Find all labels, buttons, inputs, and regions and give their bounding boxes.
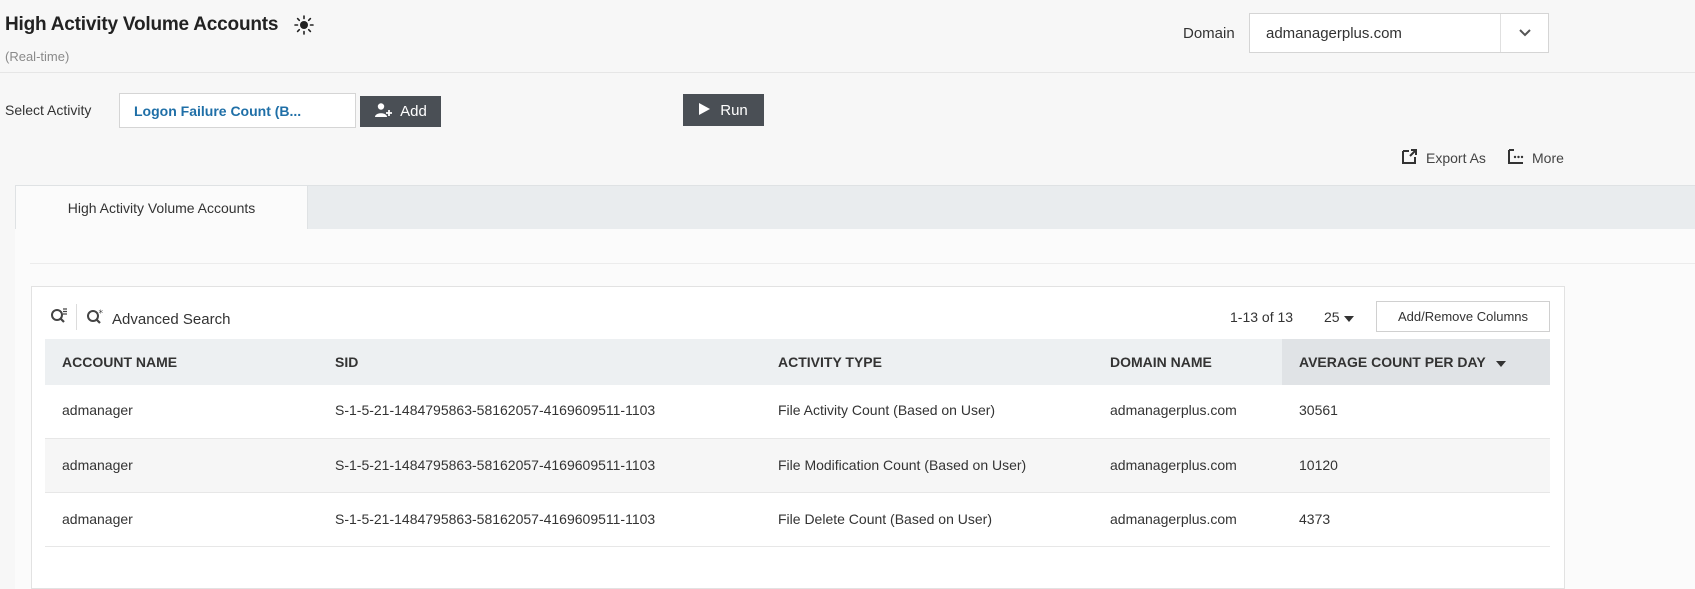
add-button-label: Add bbox=[400, 103, 427, 120]
cell-sid: S-1-5-21-1484795863-58162057-4169609511-… bbox=[335, 457, 656, 473]
domain-label: Domain bbox=[1183, 25, 1235, 42]
cell-average-count: 4373 bbox=[1299, 511, 1331, 527]
domain-select-value: admanagerplus.com bbox=[1266, 24, 1402, 42]
more-icon bbox=[1508, 149, 1524, 167]
add-remove-columns-button[interactable]: Add/Remove Columns bbox=[1376, 301, 1550, 332]
add-button[interactable]: Add bbox=[360, 96, 441, 127]
advanced-search-link[interactable]: * Advanced Search bbox=[86, 308, 230, 330]
chevron-down-icon[interactable] bbox=[1500, 14, 1548, 52]
cell-account-name: admanager bbox=[62, 402, 133, 418]
cell-average-count: 30561 bbox=[1299, 402, 1338, 418]
page-title: High Activity Volume Accounts bbox=[5, 14, 279, 35]
add-user-icon bbox=[374, 102, 394, 122]
quick-search-icon[interactable] bbox=[50, 307, 68, 330]
caret-down-icon bbox=[1343, 309, 1354, 325]
table-row[interactable]: admanager S-1-5-21-1484795863-58162057-4… bbox=[45, 439, 1550, 493]
select-activity-label: Select Activity bbox=[5, 102, 92, 118]
sort-desc-icon bbox=[1495, 354, 1506, 370]
cell-average-count: 10120 bbox=[1299, 457, 1338, 473]
cell-account-name: admanager bbox=[62, 511, 133, 527]
export-icon bbox=[1402, 149, 1418, 167]
run-button[interactable]: Run bbox=[683, 94, 764, 126]
column-header-activity-type[interactable]: ACTIVITY TYPE bbox=[778, 339, 882, 385]
search-separator bbox=[76, 304, 77, 330]
content-divider bbox=[30, 263, 1695, 264]
table-row[interactable]: admanager S-1-5-21-1484795863-58162057-4… bbox=[45, 493, 1550, 547]
realtime-subtitle: (Real-time) bbox=[5, 49, 70, 64]
column-header-average-count-label: AVERAGE COUNT PER DAY bbox=[1299, 354, 1486, 370]
report-panel: High Activity Volume Accounts (Real-time… bbox=[0, 0, 1695, 589]
play-icon bbox=[699, 102, 711, 119]
page-size-value: 25 bbox=[1324, 309, 1340, 325]
column-header-average-count-per-day[interactable]: AVERAGE COUNT PER DAY bbox=[1282, 339, 1550, 385]
export-as-label: Export As bbox=[1426, 150, 1486, 166]
sun-icon bbox=[294, 15, 315, 35]
cell-activity-type: File Modification Count (Based on User) bbox=[778, 457, 1027, 473]
advanced-search-icon: * bbox=[86, 308, 104, 330]
cell-sid: S-1-5-21-1484795863-58162057-4169609511-… bbox=[335, 402, 656, 418]
column-header-account-name[interactable]: ACCOUNT NAME bbox=[62, 339, 177, 385]
cell-domain-name: admanagerplus.com bbox=[1110, 511, 1237, 527]
cell-account-name: admanager bbox=[62, 457, 133, 473]
domain-select[interactable]: admanagerplus.com bbox=[1249, 13, 1549, 53]
header-divider bbox=[0, 72, 1695, 73]
column-header-sid[interactable]: SID bbox=[335, 339, 358, 385]
more-link[interactable]: More bbox=[1508, 149, 1564, 167]
cell-activity-type: File Delete Count (Based on User) bbox=[778, 511, 992, 527]
advanced-search-label: Advanced Search bbox=[112, 310, 231, 328]
cell-domain-name: admanagerplus.com bbox=[1110, 402, 1237, 418]
cell-domain-name: admanagerplus.com bbox=[1110, 457, 1237, 473]
page-size-select[interactable]: 25 bbox=[1324, 309, 1354, 325]
tab-high-activity-volume-accounts[interactable]: High Activity Volume Accounts bbox=[15, 185, 308, 229]
column-header-domain-name[interactable]: DOMAIN NAME bbox=[1110, 339, 1212, 385]
pagination-info: 1-13 of 13 bbox=[1230, 309, 1294, 325]
svg-text:*: * bbox=[99, 309, 104, 319]
title-row: High Activity Volume Accounts bbox=[5, 14, 315, 36]
cell-sid: S-1-5-21-1484795863-58162057-4169609511-… bbox=[335, 511, 656, 527]
more-label: More bbox=[1532, 150, 1564, 166]
activity-input[interactable]: Logon Failure Count (B... bbox=[119, 93, 356, 128]
run-button-label: Run bbox=[720, 101, 748, 119]
cell-activity-type: File Activity Count (Based on User) bbox=[778, 402, 996, 418]
table-row[interactable]: admanager S-1-5-21-1484795863-58162057-4… bbox=[45, 385, 1550, 439]
export-as-link[interactable]: Export As bbox=[1402, 149, 1486, 167]
